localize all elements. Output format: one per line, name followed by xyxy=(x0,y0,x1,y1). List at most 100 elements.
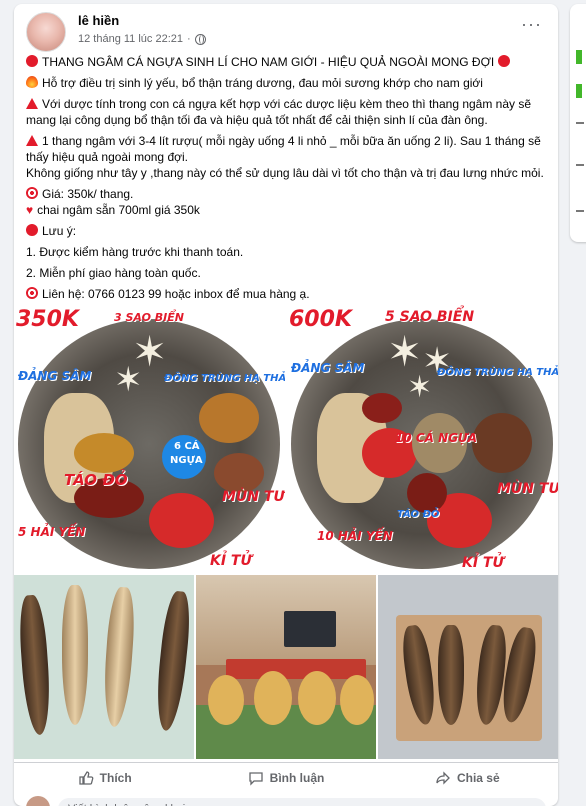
post-card: lê hiền 12 tháng 11 lúc 22:21 · ··· THAN… xyxy=(14,4,558,806)
herb-image xyxy=(472,413,532,473)
side-divider xyxy=(576,122,584,124)
comment-row: Viết bình luận công khai... xyxy=(26,796,546,806)
herb-image xyxy=(199,393,259,443)
post-text: 1 thang ngâm với 3-4 lít rượu( mỗi ngày … xyxy=(26,134,541,164)
author-name[interactable]: lê hiền xyxy=(78,13,119,28)
ingredient-label: TÁO ĐỎ xyxy=(64,471,128,489)
red-circle-icon xyxy=(26,55,38,67)
starfish-image: ✶ xyxy=(407,371,433,404)
like-label: Thích xyxy=(99,771,132,785)
heart-icon: ♥ xyxy=(26,203,34,217)
ingredient-label: ĐÔNG TRÙNG HẠ THẢO xyxy=(164,373,285,384)
seahorse-board-photo[interactable] xyxy=(378,575,558,759)
post-line: Liên hệ: 0766 0123 99 hoặc inbox để mua … xyxy=(26,286,550,302)
red-circle-icon xyxy=(497,55,510,67)
post-line: Giá: 350k/ thang. xyxy=(26,186,550,202)
post-header: lê hiền 12 tháng 11 lúc 22:21 · ··· xyxy=(26,12,546,52)
note-title: Lưu ý: xyxy=(42,224,77,238)
post-text: Không giống như tây y ,thang này có thể … xyxy=(26,166,544,180)
globe-icon xyxy=(194,33,206,45)
ingredient-label: MÙN TƯN xyxy=(497,481,558,497)
price-text: Giá: 350k/ thang. xyxy=(42,187,134,201)
comment-button[interactable]: Bình luận xyxy=(195,763,376,793)
side-divider xyxy=(576,164,584,166)
jar-image xyxy=(298,671,336,725)
side-green-mark xyxy=(576,50,582,64)
ingredient-label: KỈ TỬ xyxy=(462,555,504,571)
red-circle-icon xyxy=(26,224,38,236)
jar-image xyxy=(208,675,244,725)
post-line: Lưu ý: xyxy=(26,223,550,239)
post-line: Hỗ trợ điều trị sinh lý yếu, bổ thận trá… xyxy=(26,75,550,91)
target-icon xyxy=(26,187,38,199)
user-avatar xyxy=(26,796,50,806)
price-label: 350K xyxy=(16,307,79,332)
ingredient-label: KỈ TỬ xyxy=(210,553,252,569)
ingredient-label: ĐẢNG SÂM xyxy=(291,361,365,375)
post-text: Hỗ trợ điều trị sinh lý yếu, bổ thận trá… xyxy=(42,76,483,90)
wine-jars-photo[interactable] xyxy=(196,575,376,759)
seahorse-image xyxy=(101,586,137,728)
ingredient-label: MÙN TƯN xyxy=(222,489,285,505)
contact-text: Liên hệ: 0766 0123 99 hoặc inbox để mua … xyxy=(42,287,310,301)
red-triangle-icon xyxy=(26,98,38,109)
red-triangle-icon xyxy=(26,135,38,146)
price-label: 600K xyxy=(289,307,352,332)
ingredient-label: 10 CÁ NGỰA xyxy=(395,431,478,445)
tv-image xyxy=(284,611,336,647)
post-text: 2. Miễn phí giao hàng toàn quốc. xyxy=(26,266,201,280)
ingredient-label: 5 HẢI YẾN xyxy=(18,525,86,539)
comment-icon xyxy=(249,772,263,786)
post-text: chai ngâm sẵn 700ml giá 350k xyxy=(37,203,200,217)
more-options-icon[interactable]: ··· xyxy=(521,14,542,35)
photo-grid: ✶ ✶ 350K 3 SAO BIỂN ĐẢNG SÂM ĐÔNG TRÙNG … xyxy=(14,303,558,759)
comment-input[interactable]: Viết bình luận công khai... xyxy=(58,798,546,806)
fire-icon xyxy=(26,76,38,88)
cabinet-image xyxy=(226,659,366,679)
post-meta: 12 tháng 11 lúc 22:21 · xyxy=(78,33,206,45)
share-label: Chia sẻ xyxy=(456,771,500,785)
ingredient-label: ĐẢNG SÂM xyxy=(18,369,92,383)
post-timestamp[interactable]: 12 tháng 11 lúc 22:21 xyxy=(78,33,183,45)
post-line: 1. Được kiểm hàng trước khi thanh toán. xyxy=(26,244,550,260)
product-photo-600k[interactable]: ✶ ✶ ✶ 600K 5 SAO BIỂN ĐẢNG SÂM ĐÔNG TRÙN… xyxy=(287,303,558,573)
meta-separator: · xyxy=(187,33,191,45)
herb-image xyxy=(214,453,264,493)
jar-image xyxy=(254,671,292,725)
thumbs-up-icon xyxy=(79,771,94,785)
post-text: Với dược tính trong con cá ngựa kết hợp … xyxy=(26,97,532,127)
author-avatar[interactable] xyxy=(26,12,66,52)
post-line: 1 thang ngâm với 3-4 lít rượu( mỗi ngày … xyxy=(26,133,550,165)
herb-image xyxy=(149,493,214,548)
post-line: Không giống như tây y ,thang này có thể … xyxy=(26,165,550,181)
herb-image xyxy=(362,393,402,423)
herb-image xyxy=(74,433,134,473)
ingredient-label: 3 SAO BIỂN xyxy=(114,311,184,324)
seahorse-image xyxy=(152,590,194,732)
ingredient-label: NGỰA xyxy=(170,455,203,466)
side-divider xyxy=(576,210,584,212)
post-line: Với dược tính trong con cá ngựa kết hợp … xyxy=(26,96,550,128)
herb-image xyxy=(407,473,447,513)
share-button[interactable]: Chia sẻ xyxy=(377,763,558,793)
post-actions: Thích Bình luận Chia sẻ xyxy=(14,762,558,793)
share-icon xyxy=(436,771,450,785)
target-icon xyxy=(26,287,38,299)
post-line: THANG NGÂM CÁ NGỰA SINH LÍ CHO NAM GIỚI … xyxy=(26,54,550,70)
post-text: 1. Được kiểm hàng trước khi thanh toán. xyxy=(26,245,244,259)
starfish-image: ✶ xyxy=(114,361,143,399)
ingredient-label: TÁO ĐỎ xyxy=(397,509,440,520)
like-button[interactable]: Thích xyxy=(14,763,195,793)
post-line: ♥ chai ngâm sẵn 700ml giá 350k xyxy=(26,202,550,218)
ingredient-label: ĐÔNG TRÙNG HẠ THẢO xyxy=(437,367,558,378)
ingredient-label: 5 SAO BIỂN xyxy=(385,309,475,325)
seahorse-image xyxy=(438,625,464,725)
post-body: THANG NGÂM CÁ NGỰA SINH LÍ CHO NAM GIỚI … xyxy=(26,54,550,307)
product-photo-350k[interactable]: ✶ ✶ 350K 3 SAO BIỂN ĐẢNG SÂM ĐÔNG TRÙNG … xyxy=(14,303,285,573)
seahorse-image xyxy=(62,585,88,725)
post-title-text: THANG NGÂM CÁ NGỰA SINH LÍ CHO NAM GIỚI … xyxy=(42,55,495,69)
seahorse-image xyxy=(17,594,53,736)
seahorse-photo[interactable] xyxy=(14,575,194,759)
ingredient-label: 6 CÁ xyxy=(174,441,200,452)
comment-label: Bình luận xyxy=(269,771,325,785)
